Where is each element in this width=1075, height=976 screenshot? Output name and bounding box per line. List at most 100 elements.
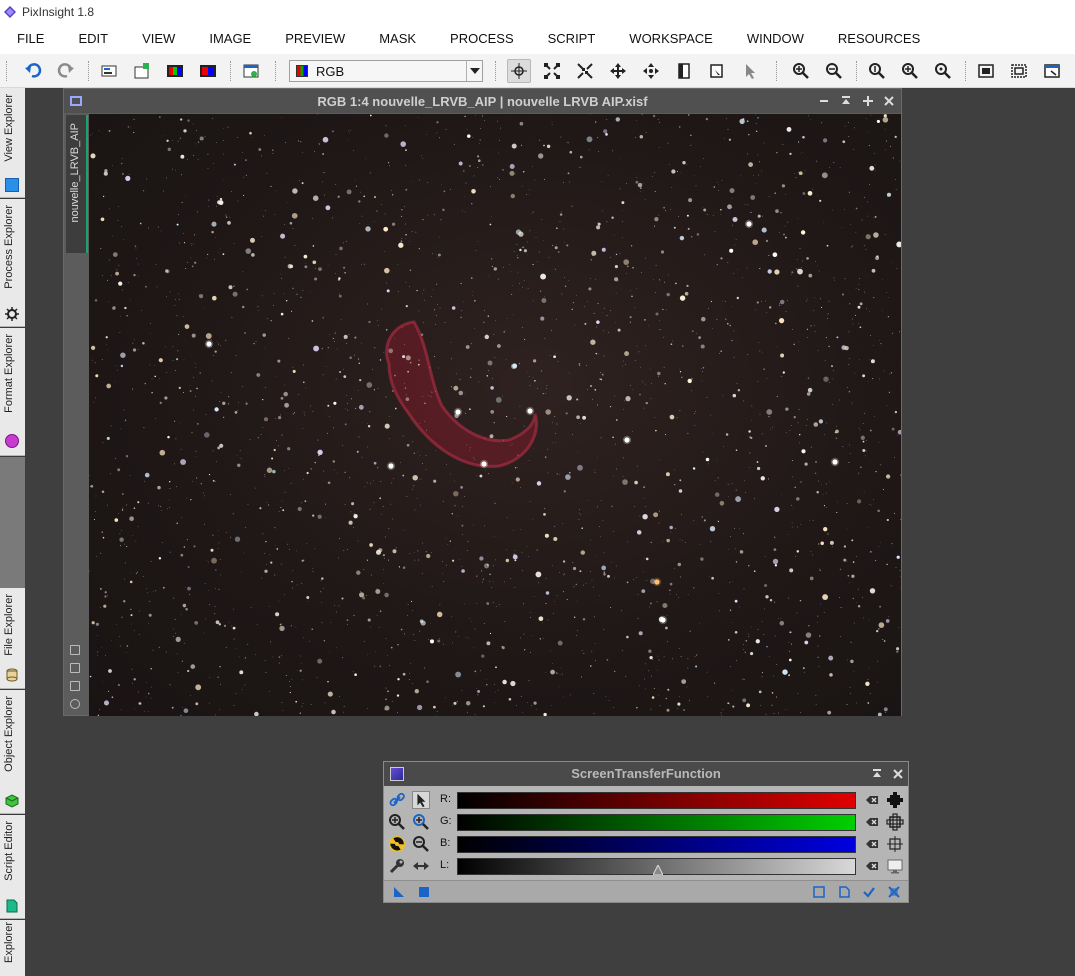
dock-spacer — [0, 457, 25, 588]
close-icon[interactable] — [882, 94, 896, 108]
zoom-plus-icon[interactable] — [412, 813, 430, 831]
undo-button[interactable] — [21, 59, 45, 83]
center-arrows-icon — [643, 63, 659, 79]
menu-view[interactable]: VIEW — [125, 24, 192, 54]
blue-channel-slider[interactable] — [457, 836, 856, 853]
wrench-icon[interactable] — [388, 857, 406, 875]
redo-icon — [57, 63, 74, 78]
menu-resources[interactable]: RESOURCES — [821, 24, 937, 54]
menu-window[interactable]: WINDOW — [730, 24, 821, 54]
documentation-icon[interactable] — [837, 885, 851, 899]
midtone-marker-icon[interactable] — [652, 865, 663, 875]
zoom-in-button[interactable] — [789, 59, 813, 83]
zoom-1to1-button[interactable] — [865, 59, 889, 83]
shade-icon[interactable] — [839, 94, 853, 108]
zoom-out-mode-button[interactable] — [573, 59, 597, 83]
maximize-icon[interactable] — [861, 94, 875, 108]
boost-icon[interactable] — [886, 813, 904, 831]
zoom-in-icon[interactable] — [388, 813, 406, 831]
luminance-channel-slider[interactable] — [457, 858, 856, 875]
image-window-titlebar[interactable]: RGB 1:4 nouvelle_LRVB_AIP | nouvelle LRV… — [64, 89, 901, 113]
stf-titlebar[interactable]: ScreenTransferFunction — [384, 762, 908, 786]
image-properties-button[interactable] — [97, 59, 121, 83]
fit-window-button[interactable] — [1007, 59, 1031, 83]
link-icon[interactable] — [388, 791, 406, 809]
expand-arrows-icon — [544, 63, 560, 79]
rgb-channels-button[interactable] — [163, 59, 187, 83]
stf-panel[interactable]: ScreenTransferFunction R: G: B: L: — [383, 761, 909, 903]
image-window[interactable]: RGB 1:4 nouvelle_LRVB_AIP | nouvelle LRV… — [63, 88, 902, 716]
menu-file[interactable]: FILE — [0, 24, 61, 54]
zoom-out-icon[interactable] — [412, 835, 430, 853]
reset-all-icon[interactable] — [887, 885, 901, 899]
redo-button[interactable] — [54, 59, 78, 83]
monitor-icon[interactable] — [886, 857, 904, 875]
extract-channels-button[interactable] — [196, 59, 220, 83]
zoom-1-icon — [869, 63, 885, 79]
new-preview-button[interactable] — [239, 59, 263, 83]
reset-icon[interactable] — [865, 815, 879, 829]
dynamic-crop-button[interactable] — [705, 59, 729, 83]
shrink-icon[interactable] — [70, 645, 80, 655]
pointer-mode-button[interactable] — [738, 59, 762, 83]
new-instance-icon[interactable] — [392, 885, 406, 899]
dock-tab-process-explorer[interactable]: Process Explorer — [0, 199, 25, 327]
radiation-icon[interactable] — [388, 835, 406, 853]
menu-image[interactable]: IMAGE — [192, 24, 268, 54]
toolbar-grip — [6, 61, 8, 81]
pan-mode-button[interactable] — [606, 59, 630, 83]
zoom-fit-button[interactable] — [898, 59, 922, 83]
channel-select[interactable]: RGB — [289, 60, 483, 82]
dock-tab-script-editor[interactable]: Script Editor — [0, 815, 25, 919]
preview-icon[interactable] — [812, 885, 826, 899]
menu-preview[interactable]: PREVIEW — [268, 24, 362, 54]
shade-icon[interactable] — [870, 767, 884, 781]
dock-tab-format-explorer[interactable]: Format Explorer — [0, 328, 25, 456]
zoom-out-button[interactable] — [822, 59, 846, 83]
toolbar-separator — [230, 61, 232, 81]
zoom-optimal-button[interactable] — [931, 59, 955, 83]
new-image-button[interactable] — [130, 59, 154, 83]
fit-window-icon — [1011, 64, 1027, 78]
menu-process[interactable]: PROCESS — [433, 24, 531, 54]
apply-global-icon[interactable] — [417, 885, 431, 899]
dock-tab-view-explorer[interactable]: View Explorer — [0, 88, 25, 198]
center-mode-button[interactable] — [639, 59, 663, 83]
view-tab[interactable]: nouvelle_LRVB_AIP — [66, 115, 88, 253]
image-window-title: RGB 1:4 nouvelle_LRVB_AIP | nouvelle LRV… — [317, 93, 648, 109]
view-tab-label: nouvelle_LRVB_AIP — [69, 123, 81, 223]
reset-icon[interactable] — [865, 837, 879, 851]
red-channel-slider[interactable] — [457, 792, 856, 809]
reset-icon[interactable] — [865, 859, 879, 873]
zoom-optimal-icon — [935, 63, 951, 79]
horizontal-arrows-icon[interactable] — [412, 857, 430, 875]
edit-preview-button[interactable] — [672, 59, 696, 83]
image-canvas[interactable] — [89, 114, 901, 716]
pointer-icon[interactable] — [412, 791, 430, 809]
auto-stretch-icon[interactable] — [886, 791, 904, 809]
minimize-icon[interactable] — [817, 94, 831, 108]
clone-icon[interactable] — [70, 681, 80, 691]
dock-tab-file-explorer[interactable]: File Explorer — [0, 588, 25, 689]
readout-mode-button[interactable] — [507, 59, 531, 83]
window-arrow-icon — [1044, 64, 1060, 78]
new-workspace-button[interactable] — [1040, 59, 1064, 83]
apply-check-icon[interactable] — [862, 885, 876, 899]
channel-label-g: G: — [440, 815, 452, 827]
channel-label-b: B: — [440, 837, 451, 849]
green-channel-slider[interactable] — [457, 814, 856, 831]
menu-mask[interactable]: MASK — [362, 24, 433, 54]
menu-script[interactable]: SCRIPT — [531, 24, 613, 54]
zoom-in-mode-button[interactable] — [540, 59, 564, 83]
close-icon[interactable] — [891, 767, 905, 781]
pointer-icon — [746, 64, 755, 79]
fit-view-button[interactable] — [974, 59, 998, 83]
menu-workspace[interactable]: WORKSPACE — [612, 24, 730, 54]
target-icon[interactable] — [70, 699, 80, 709]
fit-icon[interactable] — [70, 663, 80, 673]
dock-tab-object-explorer[interactable]: Object Explorer — [0, 690, 25, 814]
crosshair-icon[interactable] — [886, 835, 904, 853]
dock-tab-explorer[interactable]: Explorer — [0, 920, 25, 976]
reset-icon[interactable] — [865, 793, 879, 807]
menu-edit[interactable]: EDIT — [61, 24, 125, 54]
